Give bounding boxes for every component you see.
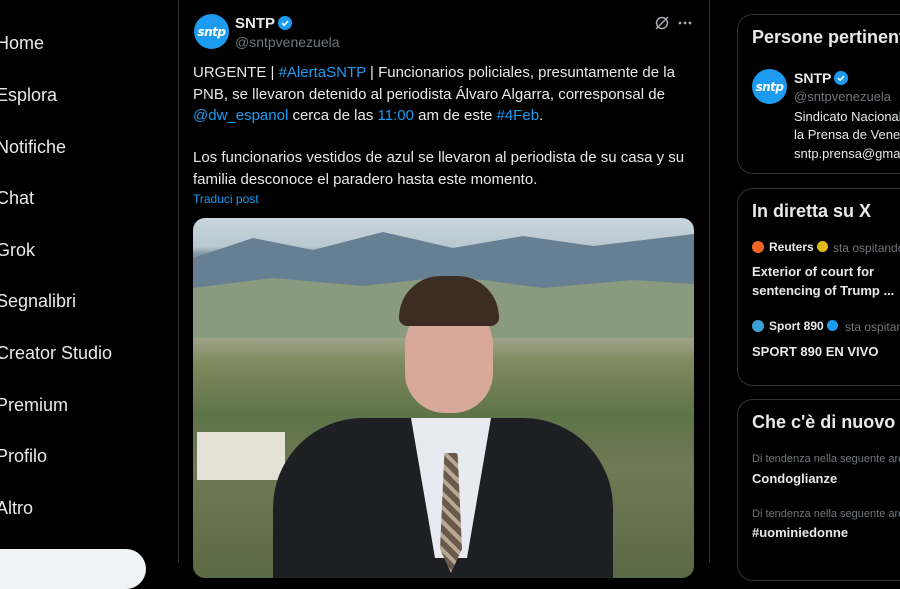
trend-name: #uominiedonne (752, 525, 849, 540)
relevant-bio-line: la Prensa de Venezuela (794, 127, 900, 142)
translate-post-link[interactable]: Traduci post (193, 192, 259, 206)
author-name[interactable]: SNTP (235, 15, 293, 32)
nav-item-grok[interactable]: Grok (0, 240, 35, 261)
building (197, 432, 285, 480)
trend-context: Di tendenza nella seguente area (752, 453, 900, 465)
live-status: sta ospitando (833, 241, 900, 255)
tweet-text: URGENTE | (193, 64, 279, 81)
relevant-people-card: Persone pertinenti sntp SNTP @sntpvenezu… (737, 14, 900, 174)
hashtag-link[interactable]: #AlertaSNTP (279, 64, 366, 81)
tweet: sntp SNTP @sntpvenezuela URGENTE | #Aler… (179, 0, 709, 578)
nav-item-home[interactable]: Home (0, 33, 44, 54)
author-name-text: SNTP (235, 15, 276, 32)
author-handle[interactable]: @sntpvenezuela (235, 34, 340, 50)
time-link[interactable]: 11:00 (378, 107, 414, 124)
verified-badge-icon (827, 320, 839, 331)
gold-badge-icon (817, 241, 829, 252)
nav-item-explore[interactable]: Esplora (0, 85, 57, 106)
relevant-bio-line: Sindicato Nacional (794, 109, 900, 124)
verified-badge-icon (278, 16, 293, 30)
nav-item-creator-studio[interactable]: Creator Studio (0, 343, 112, 364)
nav-item-chat[interactable]: Chat (0, 188, 34, 209)
relevant-bio-line: sntp.prensa@gmail (794, 146, 900, 161)
sidebar-nav: Home Esplora Notifiche Chat Grok Segnali… (0, 0, 178, 589)
reuters-logo-icon (752, 241, 764, 253)
live-headline: SPORT 890 EN VIVO (752, 344, 879, 359)
nav-item-premium[interactable]: Premium (0, 395, 68, 416)
tweet-text-paragraph-2: Los funcionarios vestidos de azul se lle… (193, 149, 685, 188)
live-headline: sentencing of Trump ... (752, 283, 895, 298)
live-headline: Exterior of court for (752, 264, 875, 279)
more-options-icon[interactable] (676, 14, 694, 32)
nav-item-more[interactable]: Altro (0, 498, 33, 519)
relevant-handle[interactable]: @sntpvenezuela (794, 89, 891, 104)
live-card: In diretta su X Reuters sta ospitando Ex… (737, 188, 900, 386)
live-status: sta ospitando (845, 320, 900, 334)
tweet-text: cerca de las (288, 107, 378, 124)
nav-item-notifications[interactable]: Notifiche (0, 137, 66, 158)
grok-icon[interactable] (653, 14, 671, 32)
mention-link[interactable]: @dw_espanol (193, 107, 288, 124)
relevant-people-title: Persone pertinenti (752, 27, 900, 47)
live-source-text: Reuters (769, 240, 814, 254)
live-source-text: Sport 890 (769, 319, 824, 333)
trends-title: Che c'è di nuovo (752, 412, 896, 432)
tweet-text: am de este (413, 107, 497, 124)
sntp-logo: sntp (755, 79, 784, 94)
trend-context: Di tendenza nella seguente area (752, 508, 900, 520)
trend-name: Condoglianze (752, 471, 838, 486)
tweet-media-image[interactable] (193, 218, 694, 578)
tweet-text-paragraph-1: URGENTE | #AlertaSNTP | Funcionarios pol… (193, 62, 693, 127)
post-button[interactable] (0, 549, 146, 589)
sport890-logo-icon (752, 320, 764, 332)
trends-card: Che c'è di nuovo Di tendenza nella segue… (737, 399, 900, 581)
live-source: Sport 890 (769, 319, 839, 333)
tweet-text: . (539, 107, 544, 124)
nav-item-profile[interactable]: Profilo (0, 446, 47, 467)
live-title: In diretta su X (752, 201, 872, 221)
live-source: Reuters (769, 240, 829, 254)
column-divider-right (709, 0, 710, 563)
avatar[interactable]: sntp (752, 69, 787, 104)
relevant-name-text: SNTP (794, 70, 832, 86)
sntp-logo: sntp (197, 24, 226, 39)
nav-item-bookmarks[interactable]: Segnalibri (0, 291, 76, 312)
hashtag-link[interactable]: #4Feb (497, 107, 540, 124)
avatar[interactable]: sntp (194, 14, 229, 49)
verified-badge-icon (834, 71, 849, 85)
relevant-name[interactable]: SNTP (794, 70, 849, 86)
